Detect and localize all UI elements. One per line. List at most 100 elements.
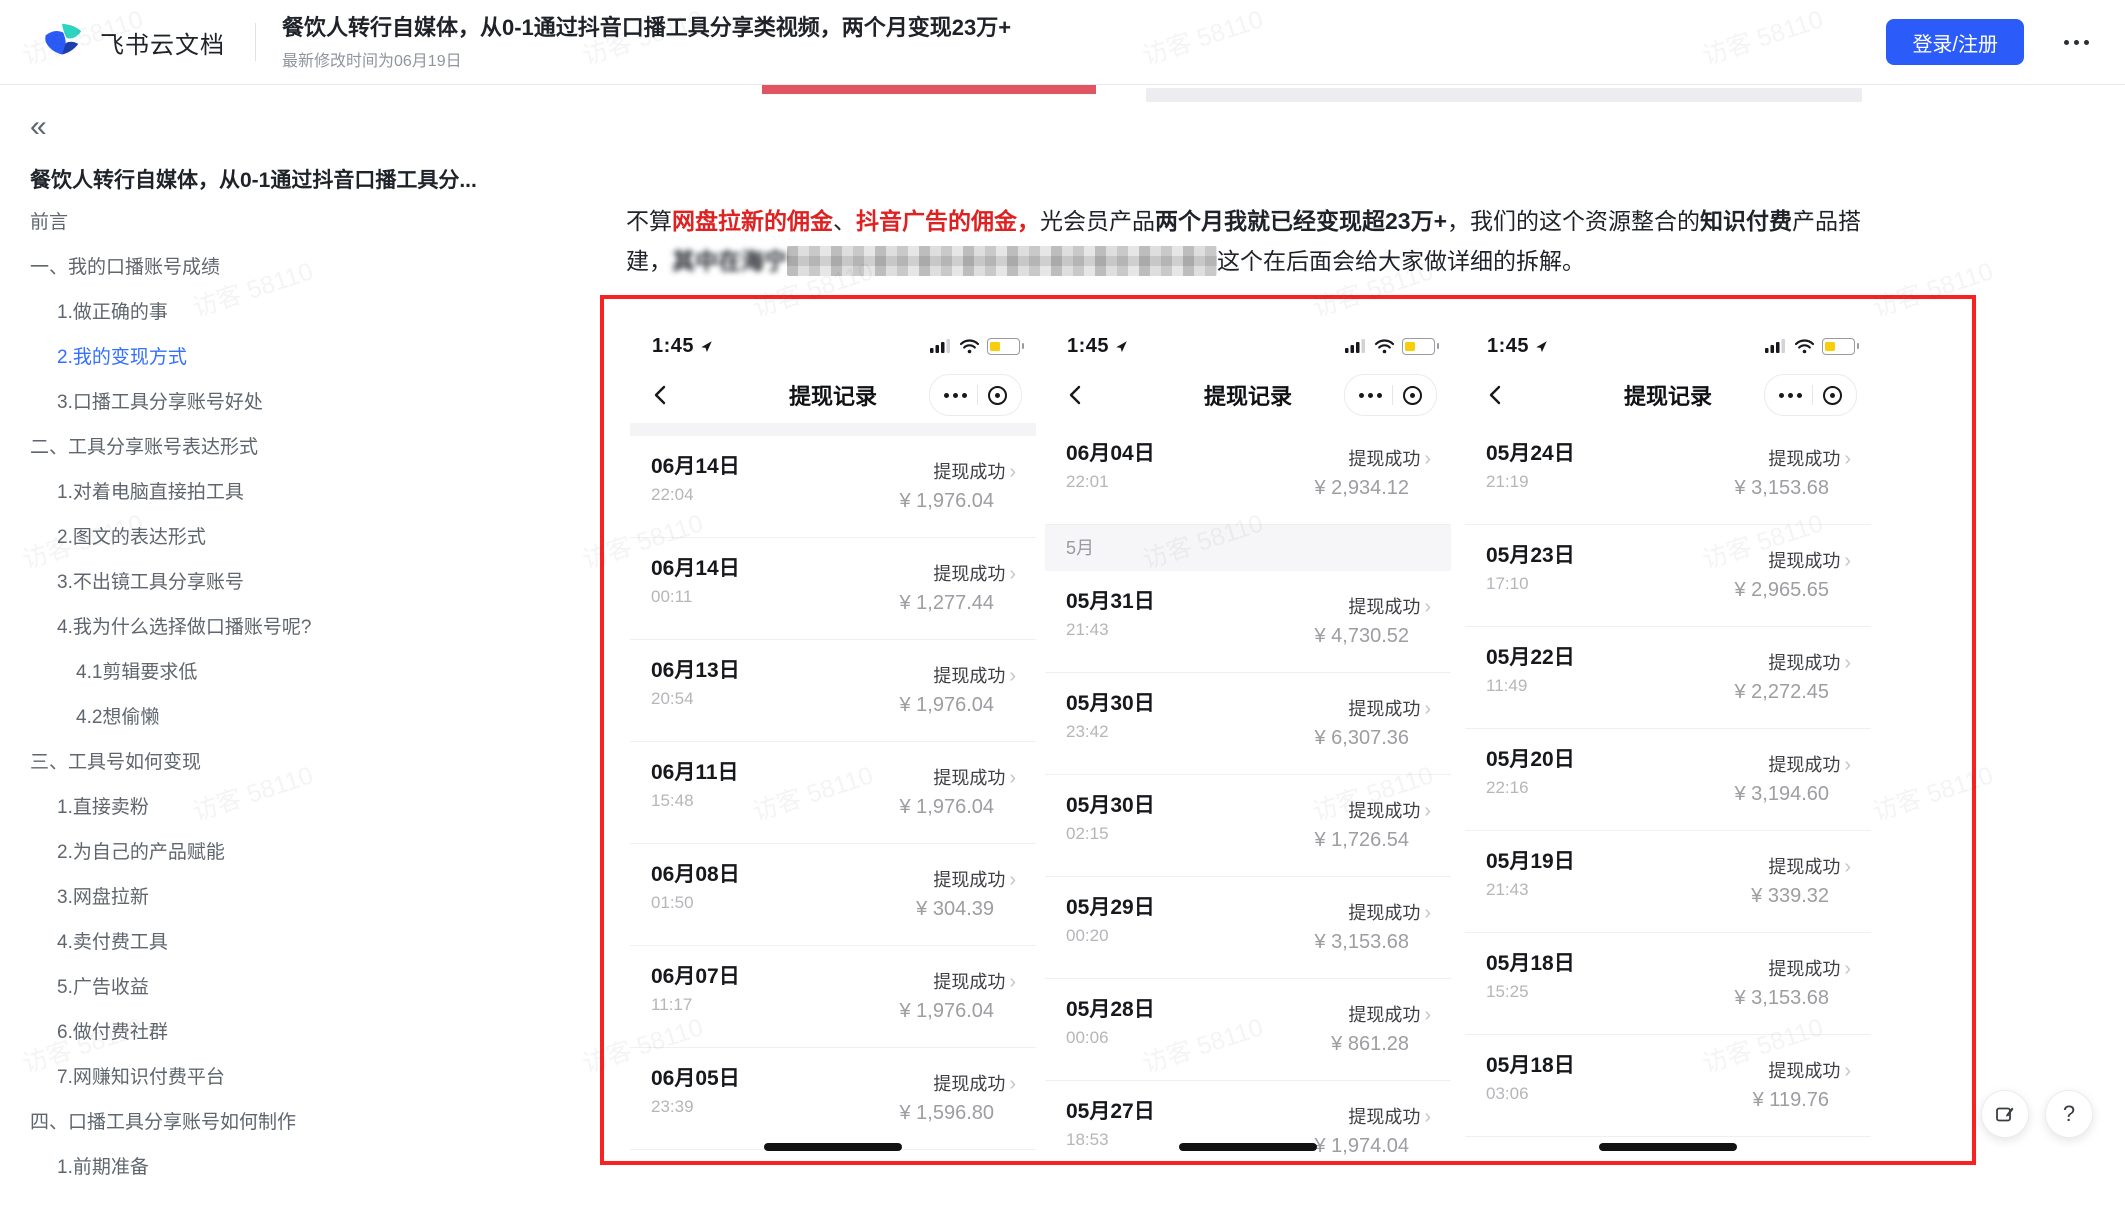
toc-item[interactable]: 4.1剪辑要求低 bbox=[0, 650, 580, 695]
miniprogram-capsule bbox=[1344, 374, 1437, 416]
toc-item[interactable]: 2.为自己的产品赋能 bbox=[0, 830, 580, 875]
record-status: 提现成功› bbox=[933, 968, 1016, 994]
chevron-right-icon: › bbox=[1424, 800, 1431, 822]
wifi-icon bbox=[1374, 338, 1395, 354]
annotate-button[interactable] bbox=[1981, 1090, 2029, 1138]
toc-item[interactable]: 3.口播工具分享账号好处 bbox=[0, 380, 580, 425]
toc-item[interactable]: 1.做正确的事 bbox=[0, 290, 580, 335]
record-status: 提现成功› bbox=[1348, 593, 1431, 619]
withdrawal-screenshots-image[interactable]: 1:45提现记录06月14日22:04提现成功›¥ 1,976.0406月14日… bbox=[600, 295, 1976, 1165]
toc-item[interactable]: 三、工具号如何变现 bbox=[0, 740, 580, 785]
home-indicator bbox=[1179, 1143, 1317, 1151]
record-time: 21:19 bbox=[1486, 472, 1529, 492]
paragraph-segment: 这个在后面会给大家做详细的拆解。 bbox=[1217, 248, 1585, 274]
toc-item[interactable]: 7.网赚知识付费平台 bbox=[0, 1055, 580, 1100]
document-title: 餐饮人转行自媒体，从0-1通过抖音口播工具分享类视频，两个月变现23万+ bbox=[282, 14, 1011, 42]
toc-item[interactable]: 4.我为什么选择做口播账号呢? bbox=[0, 605, 580, 650]
content-top-gray-bar bbox=[1146, 88, 1862, 102]
record-status: 提现成功› bbox=[1348, 797, 1431, 823]
withdrawal-record-row: 05月18日 15:25 提现成功› ¥ 3,153.68 bbox=[1465, 933, 1871, 1035]
more-menu-button[interactable] bbox=[2062, 30, 2091, 55]
toc-item[interactable]: 1.前期准备 bbox=[0, 1145, 580, 1190]
record-amount: ¥ 1,976.04 bbox=[899, 1000, 994, 1023]
chevron-right-icon: › bbox=[1009, 971, 1016, 993]
toc-item[interactable]: 一、我的口播账号成绩 bbox=[0, 245, 580, 290]
paragraph-segment: 抖音广告的佣金， bbox=[856, 208, 1040, 234]
status-time: 1:45 bbox=[1067, 335, 1129, 358]
record-status: 提现成功› bbox=[1348, 1001, 1431, 1027]
capsule-close-icon bbox=[1403, 386, 1422, 405]
record-date: 06月07日 bbox=[651, 960, 740, 990]
record-time: 22:04 bbox=[651, 485, 694, 505]
record-amount: ¥ 2,934.12 bbox=[1314, 477, 1409, 500]
record-date: 05月30日 bbox=[1066, 789, 1155, 819]
toc-item[interactable]: 2.图文的表达形式 bbox=[0, 515, 580, 560]
cellular-signal-icon bbox=[1765, 338, 1787, 354]
chevron-right-icon: › bbox=[1009, 563, 1016, 585]
collapse-sidebar-button[interactable]: « bbox=[30, 112, 70, 142]
withdrawal-record-row: 06月11日15:48提现成功›¥ 1,976.04 bbox=[630, 742, 1036, 844]
record-status: 提现成功› bbox=[1768, 751, 1851, 777]
withdrawal-record-row: 05月31日21:43提现成功›¥ 4,730.52 bbox=[1045, 571, 1451, 673]
record-status: 提现成功› bbox=[1768, 955, 1851, 981]
miniprogram-capsule bbox=[1764, 374, 1857, 416]
withdrawal-record-row: 06月14日22:04提现成功›¥ 1,976.04 bbox=[630, 436, 1036, 538]
withdrawal-record-row: 05月24日21:19提现成功›¥ 3,153.68 bbox=[1465, 423, 1871, 525]
record-amount: ¥ 3,153.68 bbox=[1734, 987, 1829, 1010]
location-arrow-icon bbox=[1114, 339, 1129, 354]
phone-screenshot: 1:45提现记录06月04日22:01提现成功›¥ 2,934.125月05月3… bbox=[1045, 325, 1451, 1157]
phone-screenshot: 1:45提现记录05月24日21:19提现成功›¥ 3,153.6805月23日… bbox=[1465, 325, 1871, 1157]
toc-item[interactable]: 5.广告收益 bbox=[0, 965, 580, 1010]
chevron-right-icon: › bbox=[1844, 754, 1851, 776]
toc-item[interactable]: 3.不出镜工具分享账号 bbox=[0, 560, 580, 605]
app-name: 飞书云文档 bbox=[100, 25, 225, 60]
record-status: 提现成功› bbox=[1348, 899, 1431, 925]
withdrawal-record-row: 06月08日01:50提现成功›¥ 304.39 bbox=[630, 844, 1036, 946]
chevron-right-icon: › bbox=[1424, 902, 1431, 924]
censored-mosaic-block bbox=[787, 246, 1217, 276]
toc-item[interactable]: 前言 bbox=[0, 200, 580, 245]
toc-item[interactable]: 4.2想偷懒 bbox=[0, 695, 580, 740]
toc-title: 餐饮人转行自媒体，从0-1通过抖音口播工具分... bbox=[30, 164, 550, 194]
record-date: 05月18日 bbox=[1486, 947, 1575, 977]
capsule-more-icon bbox=[944, 393, 967, 398]
toc-item[interactable]: 四、口播工具分享账号如何制作 bbox=[0, 1100, 580, 1145]
content-top-red-bar bbox=[762, 85, 1096, 94]
record-amount: ¥ 1,277.44 bbox=[899, 592, 994, 615]
status-bar: 1:45 bbox=[630, 325, 1036, 367]
record-amount: ¥ 1,976.04 bbox=[899, 796, 994, 819]
record-time: 15:48 bbox=[651, 791, 694, 811]
toc-item[interactable]: 4.卖付费工具 bbox=[0, 920, 580, 965]
record-date: 06月14日 bbox=[651, 552, 740, 582]
toc-item[interactable]: 1.对着电脑直接拍工具 bbox=[0, 470, 580, 515]
toc-item[interactable]: 2.我的变现方式 bbox=[0, 335, 580, 380]
capsule-more-icon bbox=[1779, 393, 1802, 398]
wifi-icon bbox=[959, 338, 980, 354]
toc-item[interactable]: 二、工具分享账号表达形式 bbox=[0, 425, 580, 470]
app-header: 飞书云文档 餐饮人转行自媒体，从0-1通过抖音口播工具分享类视频，两个月变现23… bbox=[0, 0, 2125, 85]
record-time: 15:25 bbox=[1486, 982, 1529, 1002]
toc-item[interactable]: 3.网盘拉新 bbox=[0, 875, 580, 920]
withdrawal-record-row: 06月07日 11:17 提现成功› ¥ 1,976.04 bbox=[630, 946, 1036, 1048]
login-register-button[interactable]: 登录/注册 bbox=[1886, 19, 2024, 65]
feishu-logo-icon bbox=[40, 19, 86, 65]
paragraph-segment: 其中在海宁 bbox=[672, 248, 787, 274]
capsule-close-icon bbox=[988, 386, 1007, 405]
record-date: 05月19日 bbox=[1486, 845, 1575, 875]
cellular-signal-icon bbox=[930, 338, 952, 354]
home-indicator bbox=[1599, 1143, 1737, 1151]
toc-item[interactable]: 6.做付费社群 bbox=[0, 1010, 580, 1055]
status-time: 1:45 bbox=[1487, 335, 1549, 358]
record-time: 11:17 bbox=[651, 995, 692, 1015]
record-status: 提现成功› bbox=[933, 764, 1016, 790]
help-button[interactable]: ? bbox=[2045, 1090, 2093, 1138]
record-time: 03:06 bbox=[1486, 1084, 1529, 1104]
toc-item[interactable]: 1.直接卖粉 bbox=[0, 785, 580, 830]
record-amount: ¥ 1,974.04 bbox=[1314, 1135, 1409, 1157]
record-date: 06月05日 bbox=[651, 1062, 740, 1092]
record-status: 提现成功› bbox=[1348, 695, 1431, 721]
chevron-right-icon: › bbox=[1424, 1106, 1431, 1128]
record-date: 05月28日 bbox=[1066, 993, 1155, 1023]
intro-paragraph: 不算网盘拉新的佣金、抖音广告的佣金，光会员产品两个月我就已经变现超23万+，我们… bbox=[626, 201, 1876, 281]
status-bar: 1:45 bbox=[1045, 325, 1451, 367]
